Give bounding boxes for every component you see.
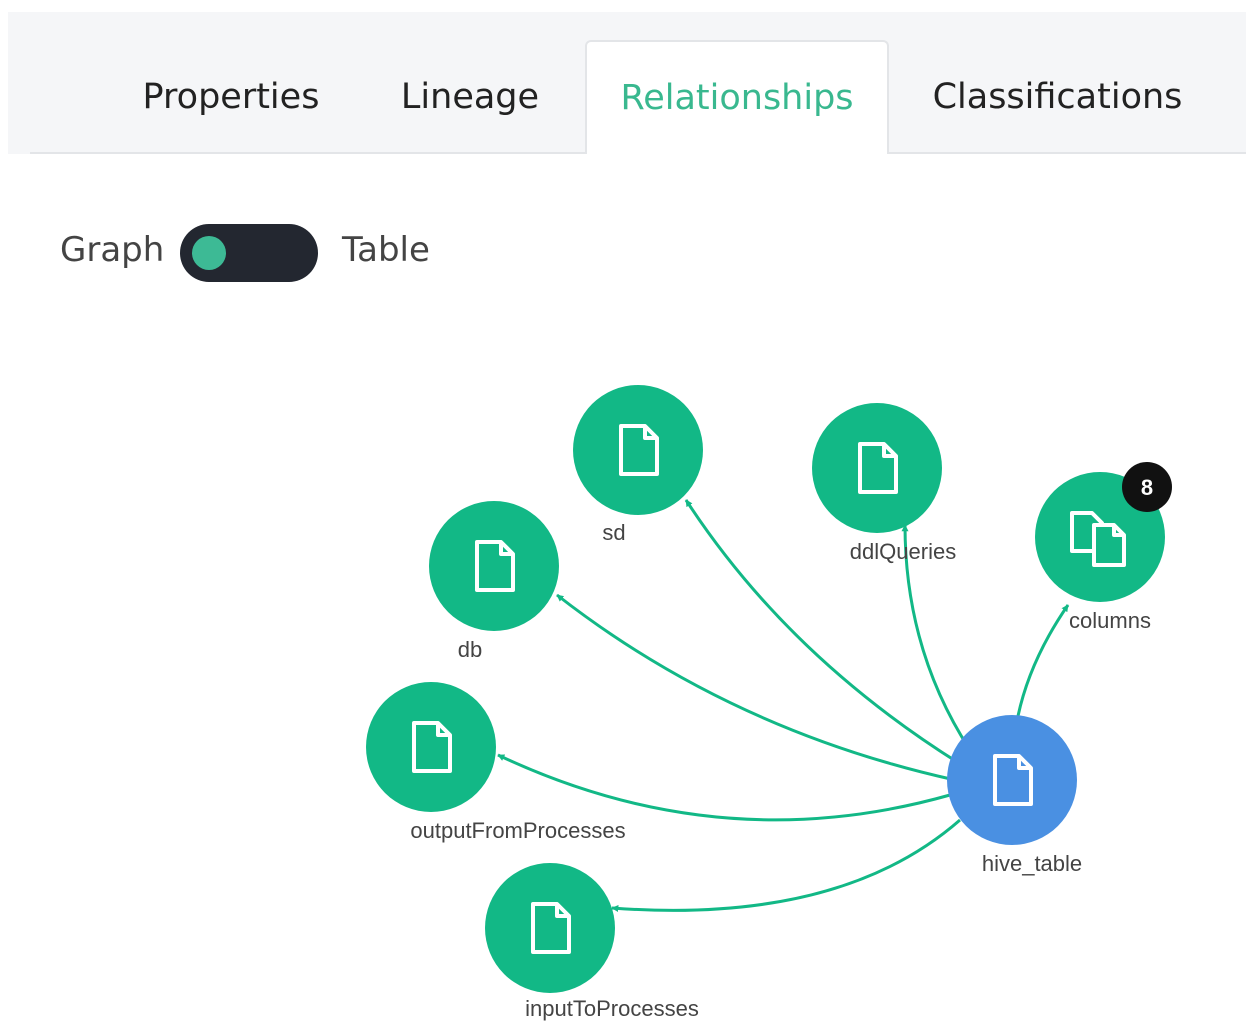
node-inputtoprocesses[interactable]	[485, 863, 615, 993]
node-label-hive-table: hive_table	[982, 851, 1082, 876]
node-hive-table[interactable]	[947, 715, 1077, 845]
node-sd[interactable]	[573, 385, 703, 515]
edge-outputfromprocesses	[497, 753, 951, 822]
edge-db	[556, 593, 956, 782]
badge-count: 8	[1141, 475, 1153, 500]
node-db[interactable]	[429, 501, 559, 631]
node-label-inputtoprocesses: inputToProcesses	[525, 996, 699, 1021]
node-label-ddlqueries: ddlQueries	[850, 539, 956, 564]
edge-inputtoprocesses	[611, 818, 961, 912]
node-label-db: db	[458, 637, 482, 662]
node-label-sd: sd	[602, 520, 625, 545]
node-ddlqueries[interactable]	[812, 403, 942, 533]
count-badge: 8	[1122, 462, 1172, 512]
tab-relationships[interactable]: Relationships	[585, 40, 889, 154]
node-outputfromprocesses[interactable]	[366, 682, 496, 812]
node-label-columns: columns	[1069, 608, 1151, 633]
node-label-outputfromprocesses: outputFromProcesses	[410, 818, 625, 843]
edge-columns	[1016, 604, 1070, 717]
